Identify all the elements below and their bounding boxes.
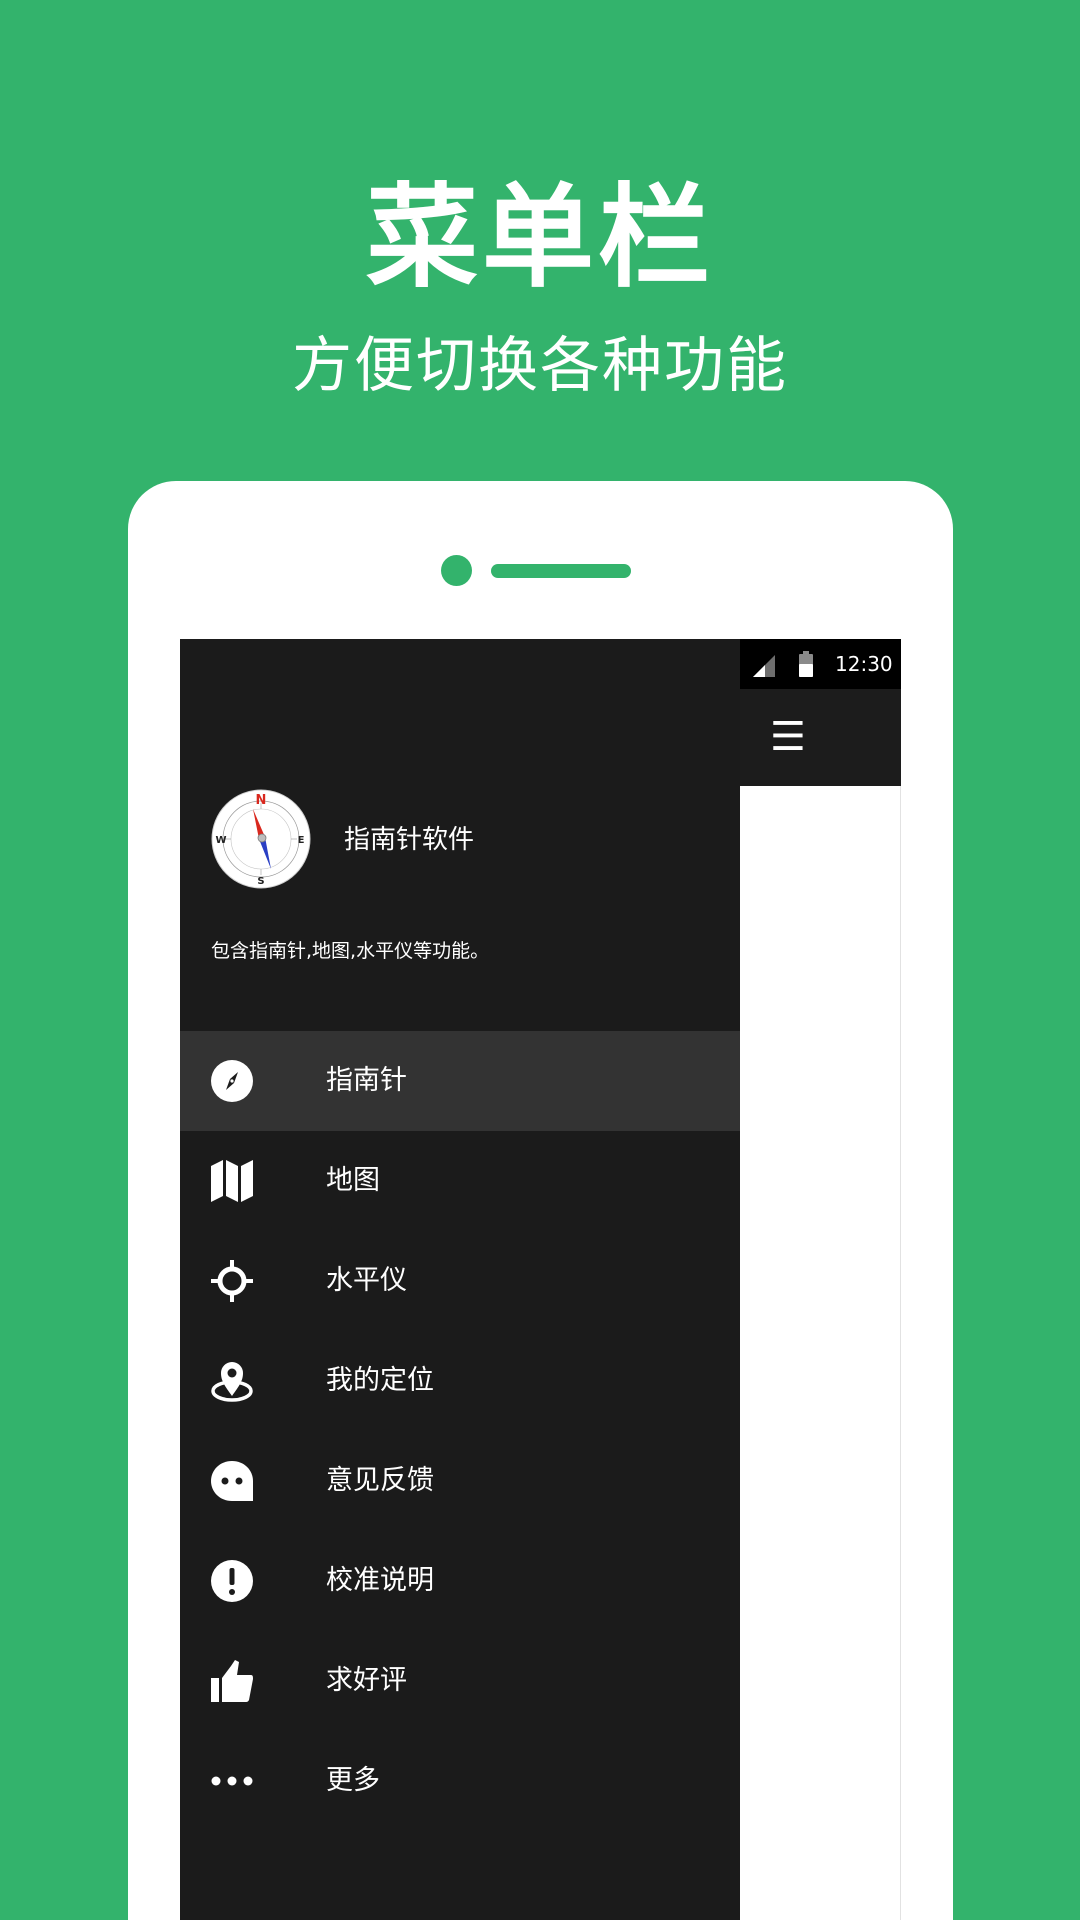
drawer-item-my-location[interactable]: 我的定位 [180,1331,740,1431]
drawer-item-label: 我的定位 [326,1365,434,1396]
location-pin-icon [211,1362,253,1402]
promo-page: 菜单栏 方便切换各种功能 12:30 ☰ N E S W 指南针软件 包含指南针… [0,0,1080,1920]
phone-frame: 12:30 ☰ N E S W 指南针软件 包含指南针,地图,水平仪等功能。 指… [128,481,953,1920]
drawer-app-name: 指南针软件 [344,825,475,855]
drawer-menu: 指南针 地图 水平仪 我的定位 意见反馈 校准说明 求好评 更多 [180,1031,740,1831]
drawer-item-label: 求好评 [326,1665,407,1696]
drawer-item-label: 地图 [326,1165,380,1196]
promo-title: 菜单栏 [366,173,714,303]
drawer-item-label: 校准说明 [326,1565,434,1596]
status-bar: 12:30 [740,639,901,689]
app-bar: ☰ [740,689,901,786]
hamburger-menu-icon[interactable]: ☰ [770,717,806,757]
signal-icon [753,655,775,677]
drawer-description: 包含指南针,地图,水平仪等功能。 [211,940,490,962]
compass-icon [211,1060,253,1102]
drawer-item-feedback[interactable]: 意见反馈 [180,1431,740,1531]
drawer-item-label: 水平仪 [326,1265,407,1296]
drawer-item-more[interactable]: 更多 [180,1731,740,1831]
battery-icon [799,651,813,677]
drawer-item-calibration[interactable]: 校准说明 [180,1531,740,1631]
phone-camera [441,555,472,586]
thumbs-up-icon [211,1660,253,1702]
compass-logo-icon: N E S W [211,789,311,889]
compass-letter-w: W [215,835,226,846]
drawer-item-label: 意见反馈 [326,1465,434,1496]
drawer-item-rate[interactable]: 求好评 [180,1631,740,1731]
drawer-item-map[interactable]: 地图 [180,1131,740,1231]
feedback-icon [211,1461,253,1501]
status-time: 12:30 [835,652,893,676]
exclamation-icon [211,1560,253,1602]
promo-subtitle: 方便切换各种功能 [292,331,788,401]
compass-letter-e: E [298,835,305,846]
compass-letter-n: N [256,793,267,808]
phone-screen: 12:30 ☰ N E S W 指南针软件 包含指南针,地图,水平仪等功能。 指… [180,639,901,1920]
drawer-item-label: 更多 [326,1765,380,1796]
phone-speaker [491,564,631,578]
content-divider [900,786,901,1920]
compass-letter-s: S [257,876,264,887]
drawer-item-compass[interactable]: 指南针 [180,1031,740,1131]
drawer-item-label: 指南针 [326,1065,407,1096]
map-icon [211,1160,253,1202]
navigation-drawer: N E S W 指南针软件 包含指南针,地图,水平仪等功能。 指南针 地图 水平… [180,639,740,1920]
crosshair-icon [211,1260,253,1302]
drawer-item-level[interactable]: 水平仪 [180,1231,740,1331]
more-icon [211,1776,253,1786]
